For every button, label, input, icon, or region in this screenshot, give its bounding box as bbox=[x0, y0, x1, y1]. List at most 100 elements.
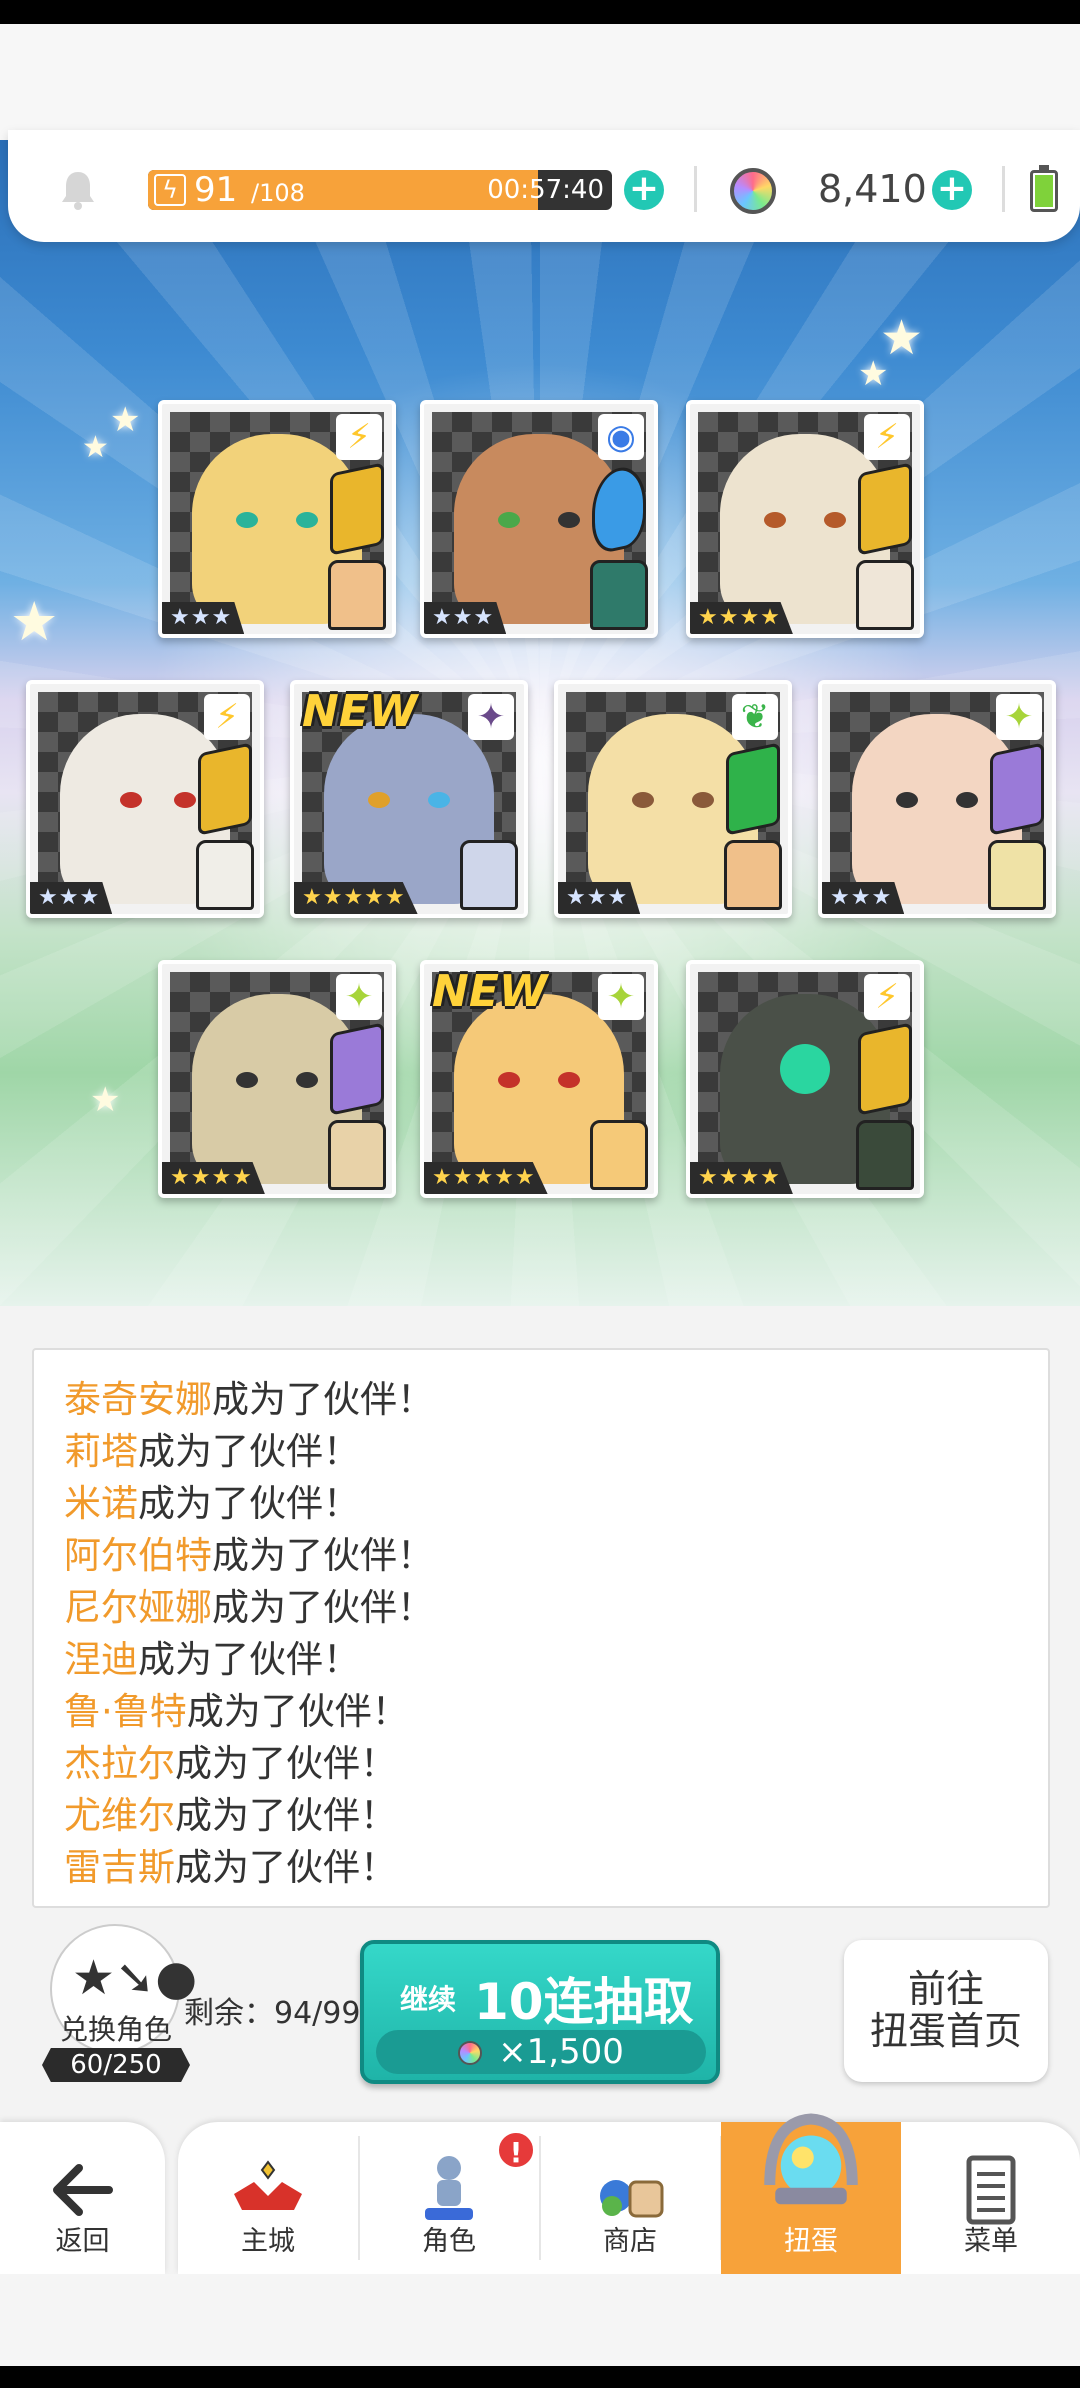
water-element-icon: ◉ bbox=[598, 414, 644, 460]
log-suffix: 成为了伙伴！ bbox=[186, 1690, 409, 1733]
bottom-nav: 返回 主城 角色 ! 商店 扭蛋 菜单 bbox=[0, 2113, 1080, 2274]
star-rating: ★★★ bbox=[822, 882, 905, 914]
leaf-emblem-icon bbox=[726, 742, 780, 836]
back-arrow-icon bbox=[52, 2164, 113, 2216]
hero-card[interactable]: ✦ ★★★★ bbox=[158, 960, 396, 1198]
status-bar bbox=[0, 0, 1080, 24]
energy-bar: ϟ 91 /108 00:57:40 bbox=[148, 170, 612, 210]
log-line: 尤维尔成为了伙伴！ bbox=[64, 1792, 397, 1840]
add-gems-button[interactable]: + bbox=[932, 170, 972, 210]
goto-line2: 扭蛋首页 bbox=[869, 2009, 1022, 2053]
nav-label: 角色 bbox=[422, 2226, 476, 2257]
top-blank-area bbox=[0, 24, 1080, 144]
energy-timer: 00:57:40 bbox=[487, 175, 604, 205]
log-suffix: 成为了伙伴！ bbox=[175, 1846, 397, 1889]
gem-icon bbox=[730, 168, 776, 214]
weapon-emblem-icon bbox=[858, 462, 912, 556]
nav-item-menu[interactable]: 菜单 bbox=[901, 2122, 1080, 2274]
pixel-sprite-icon bbox=[328, 1120, 386, 1190]
pixel-sprite-icon bbox=[590, 560, 648, 630]
back-button[interactable]: 返回 bbox=[0, 2122, 165, 2274]
hero-name: 泰奇安娜 bbox=[64, 1378, 212, 1421]
exchange-label: 兑换角色 bbox=[59, 2013, 172, 2046]
light-element-icon: ✦ bbox=[336, 974, 382, 1020]
hero-card[interactable]: ⚡ ★★★ bbox=[26, 680, 264, 918]
nav-label: 主城 bbox=[241, 2226, 295, 2257]
hero-name: 鲁·鲁特 bbox=[64, 1690, 187, 1733]
star-rating: ★★★ bbox=[558, 882, 641, 914]
hero-name: 莉塔 bbox=[64, 1430, 138, 1473]
lightning-element-icon: ⚡ bbox=[336, 414, 382, 460]
continue-label: 继续 bbox=[400, 1983, 457, 2016]
hero-name: 雷吉斯 bbox=[64, 1846, 175, 1889]
hero-card[interactable]: ⚡ ★★★ bbox=[158, 400, 396, 638]
log-line: 米诺成为了伙伴！ bbox=[64, 1480, 360, 1528]
nav-back-label: 返回 bbox=[55, 2226, 110, 2257]
star-rating: ★★★ bbox=[30, 882, 113, 914]
hero-card[interactable]: ⚡ ★★★★ bbox=[686, 960, 924, 1198]
remaining-pulls: 剩余：94/99 bbox=[184, 1996, 361, 2031]
bottom-strip bbox=[0, 2274, 1080, 2366]
log-suffix: 成为了伙伴！ bbox=[175, 1794, 397, 1837]
sparkle-icon: ★ bbox=[90, 1080, 121, 1120]
star-rating: ★★★★★ bbox=[424, 1162, 548, 1194]
lightning-element-icon: ⚡ bbox=[864, 414, 910, 460]
recruit-log-panel[interactable]: 泰奇安娜成为了伙伴！ 莉塔成为了伙伴！ 米诺成为了伙伴！ 阿尔伯特成为了伙伴！ … bbox=[32, 1348, 1050, 1908]
star-rating: ★★★★ bbox=[690, 1162, 793, 1194]
hero-card[interactable]: ◉ ★★★ bbox=[420, 400, 658, 638]
hero-card[interactable]: ✦ ★★★ bbox=[818, 680, 1056, 918]
star-rating: ★★★★ bbox=[162, 1162, 265, 1194]
hero-card[interactable]: ⚡ ★★★★ bbox=[686, 400, 924, 638]
pixel-sprite-icon bbox=[460, 840, 518, 910]
star-to-person-icon: ★➘● bbox=[72, 1950, 198, 2006]
nav-item-gacha[interactable]: 扭蛋 bbox=[721, 2113, 901, 2274]
system-nav-bar bbox=[0, 2366, 1080, 2388]
divider bbox=[694, 166, 697, 212]
log-suffix: 成为了伙伴！ bbox=[138, 1430, 360, 1473]
weapon-emblem-icon bbox=[858, 1022, 912, 1116]
hero-name: 米诺 bbox=[64, 1482, 138, 1525]
star-rating: ★★★★★ bbox=[294, 882, 418, 914]
hero-name: 尼尔娅娜 bbox=[64, 1586, 212, 1629]
log-suffix: 成为了伙伴！ bbox=[175, 1742, 397, 1785]
shop-bag-icon bbox=[600, 2180, 664, 2218]
castle-icon bbox=[234, 2160, 302, 2210]
dark-element-icon: ✦ bbox=[468, 694, 514, 740]
new-badge: NEW bbox=[302, 686, 418, 737]
hero-card[interactable]: ✦ NEW ★★★★★ bbox=[290, 680, 528, 918]
goto-gacha-home-button[interactable]: 前往 扭蛋首页 bbox=[844, 1940, 1048, 2082]
exchange-hero-button[interactable]: ★➘● 兑换角色 60/250 bbox=[36, 1924, 198, 2084]
log-suffix: 成为了伙伴！ bbox=[138, 1482, 360, 1525]
nav-tabs: 主城 角色 ! 商店 扭蛋 菜单 bbox=[178, 2113, 1080, 2274]
hero-card[interactable]: ❦ ★★★ bbox=[554, 680, 792, 918]
goto-line1: 前往 bbox=[907, 1967, 984, 2011]
pull-cost: ×1,500 bbox=[376, 2030, 706, 2074]
nav-item-castle[interactable]: 主城 bbox=[178, 2122, 358, 2274]
log-suffix: 成为了伙伴！ bbox=[138, 1638, 360, 1681]
star-rating: ★★★ bbox=[162, 602, 245, 634]
pixel-sprite-icon bbox=[196, 840, 254, 910]
sparkle-icon: ★ bbox=[82, 430, 109, 465]
pixel-sprite-icon bbox=[328, 560, 386, 630]
bell-icon[interactable] bbox=[58, 168, 98, 212]
log-suffix: 成为了伙伴！ bbox=[212, 1534, 434, 1577]
lightning-icon: ϟ bbox=[154, 174, 186, 206]
pull-label: 10连抽取 bbox=[474, 1973, 694, 2031]
exchange-count: 60/250 bbox=[42, 2048, 190, 2082]
lightning-element-icon: ⚡ bbox=[864, 974, 910, 1020]
pixel-sprite-icon bbox=[724, 840, 782, 910]
nav-label: 菜单 bbox=[964, 2226, 1018, 2257]
lightning-element-icon: ⚡ bbox=[204, 694, 250, 740]
pull-cost-value: ×1,500 bbox=[498, 2032, 624, 2072]
hero-name: 尤维尔 bbox=[64, 1794, 175, 1837]
hero-card[interactable]: ✦ NEW ★★★★★ bbox=[420, 960, 658, 1198]
gem-icon bbox=[458, 2041, 483, 2065]
hero-name: 杰拉尔 bbox=[64, 1742, 175, 1785]
alert-badge: ! bbox=[496, 2130, 536, 2170]
nav-item-shop[interactable]: 商店 bbox=[540, 2122, 720, 2274]
earth-element-icon: ❦ bbox=[732, 694, 778, 740]
add-energy-button[interactable]: + bbox=[624, 170, 664, 210]
weapon-emblem-icon bbox=[198, 742, 252, 836]
ten-pull-button[interactable]: 继续 10连抽取 ×1,500 bbox=[360, 1940, 720, 2084]
divider bbox=[1002, 166, 1005, 212]
